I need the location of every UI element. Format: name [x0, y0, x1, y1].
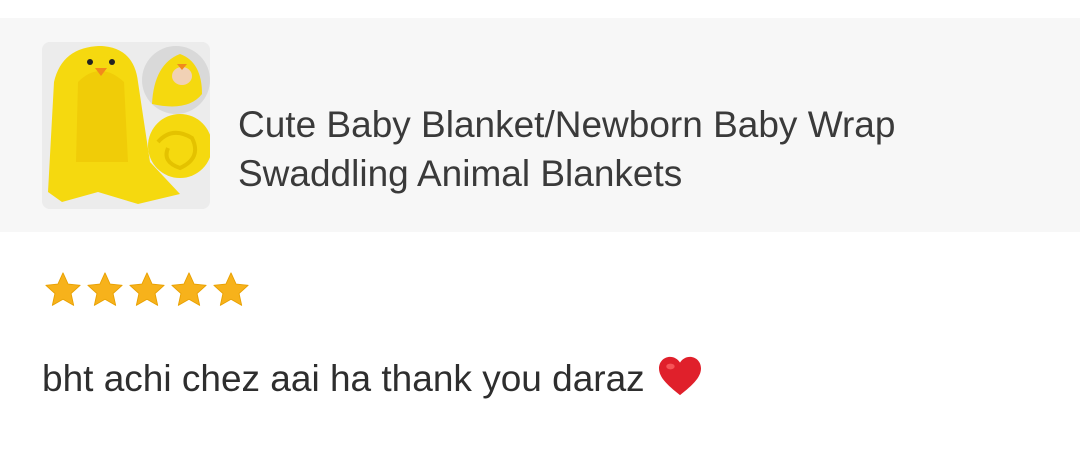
star-icon: [87, 272, 123, 306]
star-icon: [171, 272, 207, 306]
review-page: Cute Baby Blanket/Newborn Baby Wrap Swad…: [0, 0, 1080, 465]
red-heart-icon: [658, 356, 701, 396]
star-icon: [45, 272, 81, 306]
duck-blanket-image: [42, 42, 210, 209]
review-body: bht achi chez aai ha thank you daraz: [42, 358, 645, 399]
review-text: bht achi chez aai ha thank you daraz: [42, 355, 703, 403]
product-thumbnail[interactable]: [42, 42, 210, 209]
rating-stars: [42, 268, 252, 312]
product-card[interactable]: Cute Baby Blanket/Newborn Baby Wrap Swad…: [0, 18, 1080, 232]
star-icon: [213, 272, 249, 306]
product-title[interactable]: Cute Baby Blanket/Newborn Baby Wrap Swad…: [238, 100, 1038, 198]
star-icon: [129, 272, 165, 306]
